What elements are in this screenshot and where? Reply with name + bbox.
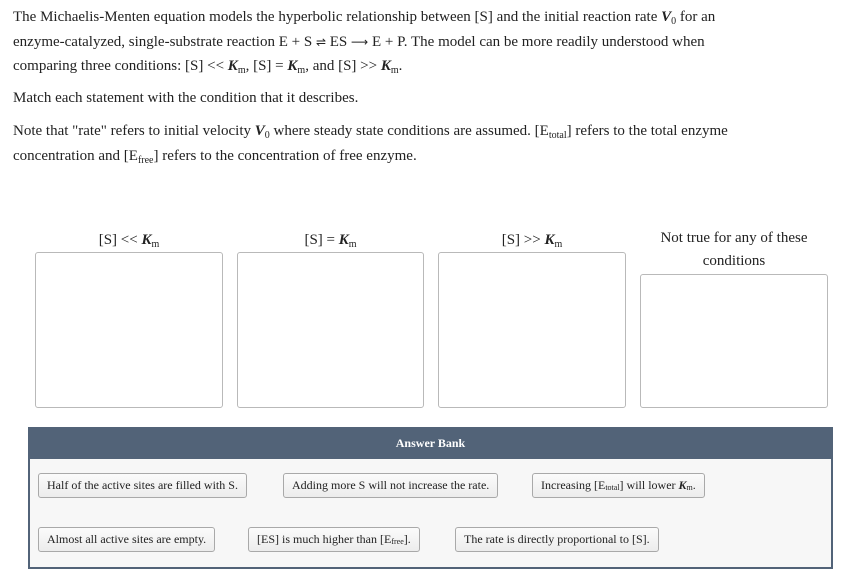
km-symbol: K <box>678 478 687 492</box>
chip-text: The rate is directly proportional to [S]… <box>464 532 650 546</box>
target-label-text: Not true for any of these <box>660 230 808 246</box>
chip-text: Half of the active sites are filled with… <box>47 478 238 492</box>
intro-text: , [S] = <box>245 58 288 74</box>
km-subscript: m <box>390 65 399 76</box>
intro-text: E + P. The model can be more readily und… <box>368 33 705 50</box>
note-text: Note that "rate" refers to initial veloc… <box>13 123 255 139</box>
note-text: where steady state conditions are assume… <box>269 123 549 139</box>
instruction-text: Match each statement with the condition … <box>13 90 359 106</box>
chip-text: ] will lower <box>619 478 679 492</box>
km-symbol: K <box>141 232 152 248</box>
total-subscript: total <box>548 130 567 141</box>
target-label-s-less-km: [S] << Km <box>35 229 223 252</box>
km-subscript: m <box>348 239 357 250</box>
intro-text: . <box>398 58 403 74</box>
intro-text: enzyme-catalyzed, single-substrate react… <box>13 33 316 50</box>
intro-paragraph: The Michaelis-Menten equation models the… <box>13 5 843 79</box>
free-subscript: free <box>391 537 404 546</box>
chip-text: Increasing [E <box>541 478 606 492</box>
answer-chip-adding-s-no-increase[interactable]: Adding more S will not increase the rate… <box>283 473 499 498</box>
km-symbol: K <box>380 58 391 74</box>
km-subscript: m <box>554 239 563 250</box>
v0-symbol: V <box>661 9 672 25</box>
intro-text: comparing three conditions: [S] << <box>13 58 228 74</box>
free-subscript: free <box>137 154 154 166</box>
note-text: ] refers to the total enzyme <box>566 123 728 139</box>
drop-zone-not-true[interactable] <box>640 274 828 408</box>
target-label-s-greater-km: [S] >> Km <box>438 229 626 252</box>
intro-text: for an <box>676 9 716 25</box>
chip-text: [ES] is much higher than [E <box>257 532 392 546</box>
km-symbol: K <box>227 58 238 74</box>
target-label-not-true: Not true for any of these conditions <box>640 227 828 273</box>
note-paragraph: Note that "rate" refers to initial veloc… <box>13 119 843 168</box>
answer-chip-increasing-etotal[interactable]: Increasing [Etotal] will lower Km. <box>532 473 705 498</box>
target-label-text: conditions <box>702 253 766 269</box>
drop-zone-s-greater-km[interactable] <box>438 252 626 408</box>
answer-chip-half-filled[interactable]: Half of the active sites are filled with… <box>38 473 247 498</box>
target-label-s-equals-km: [S] = Km <box>237 229 424 252</box>
answer-chip-es-higher-efree[interactable]: [ES] is much higher than [Efree]. <box>248 527 420 552</box>
target-label-text: [S] >> <box>501 232 545 248</box>
km-subscript: m <box>237 65 246 76</box>
km-subscript: m <box>151 239 160 250</box>
answer-bank-header: Answer Bank <box>28 427 833 459</box>
note-text: concentration and [E <box>13 147 138 164</box>
chip-text: . <box>692 478 696 492</box>
total-subscript: total <box>605 483 620 492</box>
equilibrium-arrow-icon: ⇌ <box>315 34 326 49</box>
v0-symbol: V <box>254 123 265 139</box>
intro-text: The Michaelis-Menten equation models the… <box>13 9 662 25</box>
target-label-text: [S] = <box>304 232 339 248</box>
km-symbol: K <box>544 232 555 248</box>
drop-zone-s-equals-km[interactable] <box>237 252 424 408</box>
drop-zone-s-less-km[interactable] <box>35 252 223 408</box>
km-symbol: K <box>338 232 349 248</box>
km-symbol: K <box>287 58 298 74</box>
chip-text: Adding more S will not increase the rate… <box>292 478 490 492</box>
answer-chip-sites-empty[interactable]: Almost all active sites are empty. <box>38 527 216 552</box>
intro-text: , and [S] >> <box>305 58 381 74</box>
answer-chip-rate-proportional[interactable]: The rate is directly proportional to [S]… <box>455 527 659 552</box>
chip-text: Almost all active sites are empty. <box>47 532 207 546</box>
chip-text: ]. <box>403 532 411 546</box>
note-text: ] refers to the concentration of free en… <box>153 147 417 164</box>
target-label-text: [S] << <box>98 232 142 248</box>
intro-text: ES <box>326 33 352 50</box>
forward-arrow-icon: ⟶ <box>351 34 369 49</box>
